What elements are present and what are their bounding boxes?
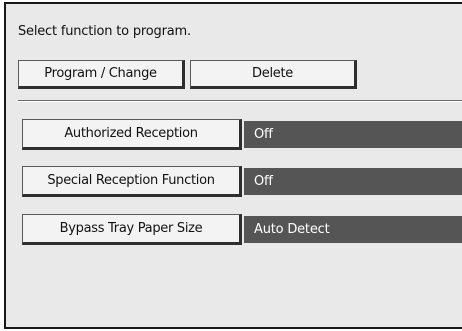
divider [18, 100, 462, 102]
special-reception-function-value: Off [244, 168, 462, 195]
setting-row-authorized-reception: Authorized Reception Off [22, 119, 462, 150]
authorized-reception-value: Off [244, 121, 462, 148]
setting-row-bypass-tray-paper-size: Bypass Tray Paper Size Auto Detect [22, 214, 462, 245]
program-change-button[interactable]: Program / Change [18, 60, 185, 89]
special-reception-function-button[interactable]: Special Reception Function [22, 166, 242, 197]
authorized-reception-button[interactable]: Authorized Reception [22, 119, 242, 150]
bypass-tray-paper-size-value: Auto Detect [244, 216, 462, 243]
prompt-text: Select function to program. [18, 24, 191, 39]
delete-button[interactable]: Delete [190, 60, 357, 89]
function-program-panel: Select function to program. Program / Ch… [4, 2, 462, 329]
setting-row-special-reception-function: Special Reception Function Off [22, 166, 462, 197]
bypass-tray-paper-size-button[interactable]: Bypass Tray Paper Size [22, 214, 242, 245]
